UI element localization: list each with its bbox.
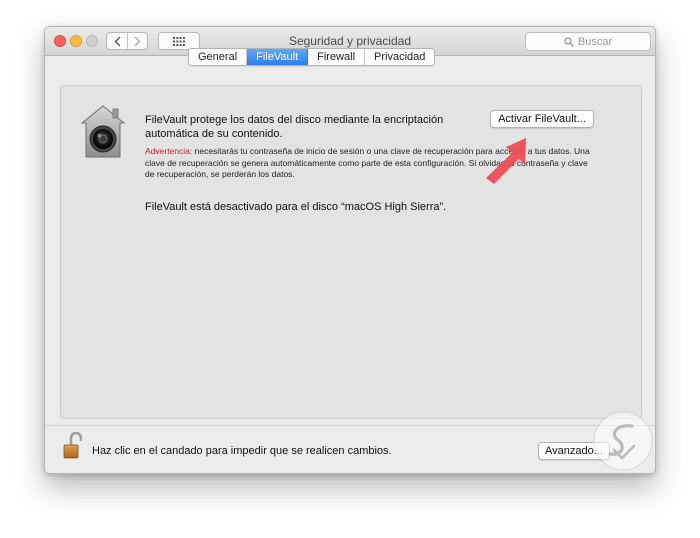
- filevault-house-icon: [80, 105, 126, 158]
- search-field[interactable]: Buscar: [525, 32, 651, 51]
- tab-privacidad[interactable]: Privacidad: [365, 49, 435, 65]
- warning-label: Advertencia:: [145, 146, 193, 156]
- tab-firewall[interactable]: Firewall: [308, 49, 366, 65]
- lock-instruction: Haz clic en el candado para impedir que …: [92, 445, 392, 457]
- search-placeholder: Buscar: [577, 35, 613, 48]
- tab-bar: General FileVault Firewall Privacidad: [188, 48, 436, 66]
- activate-filevault-button[interactable]: Activar FileVault...: [490, 110, 594, 128]
- annotation-arrow-icon: [486, 138, 526, 184]
- padlock-open-icon[interactable]: [62, 432, 82, 460]
- preferences-window: Seguridad y privacidad Buscar: [44, 26, 656, 474]
- search-icon: [564, 36, 574, 47]
- tab-general[interactable]: General: [189, 49, 248, 65]
- filevault-description: FileVault protege los datos del disco me…: [145, 114, 444, 140]
- footer-divider: [45, 425, 655, 426]
- tab-filevault[interactable]: FileVault: [247, 49, 309, 65]
- filevault-status: FileVault está desactivado para el disco…: [145, 201, 447, 213]
- watermark-logo-icon: [593, 411, 653, 471]
